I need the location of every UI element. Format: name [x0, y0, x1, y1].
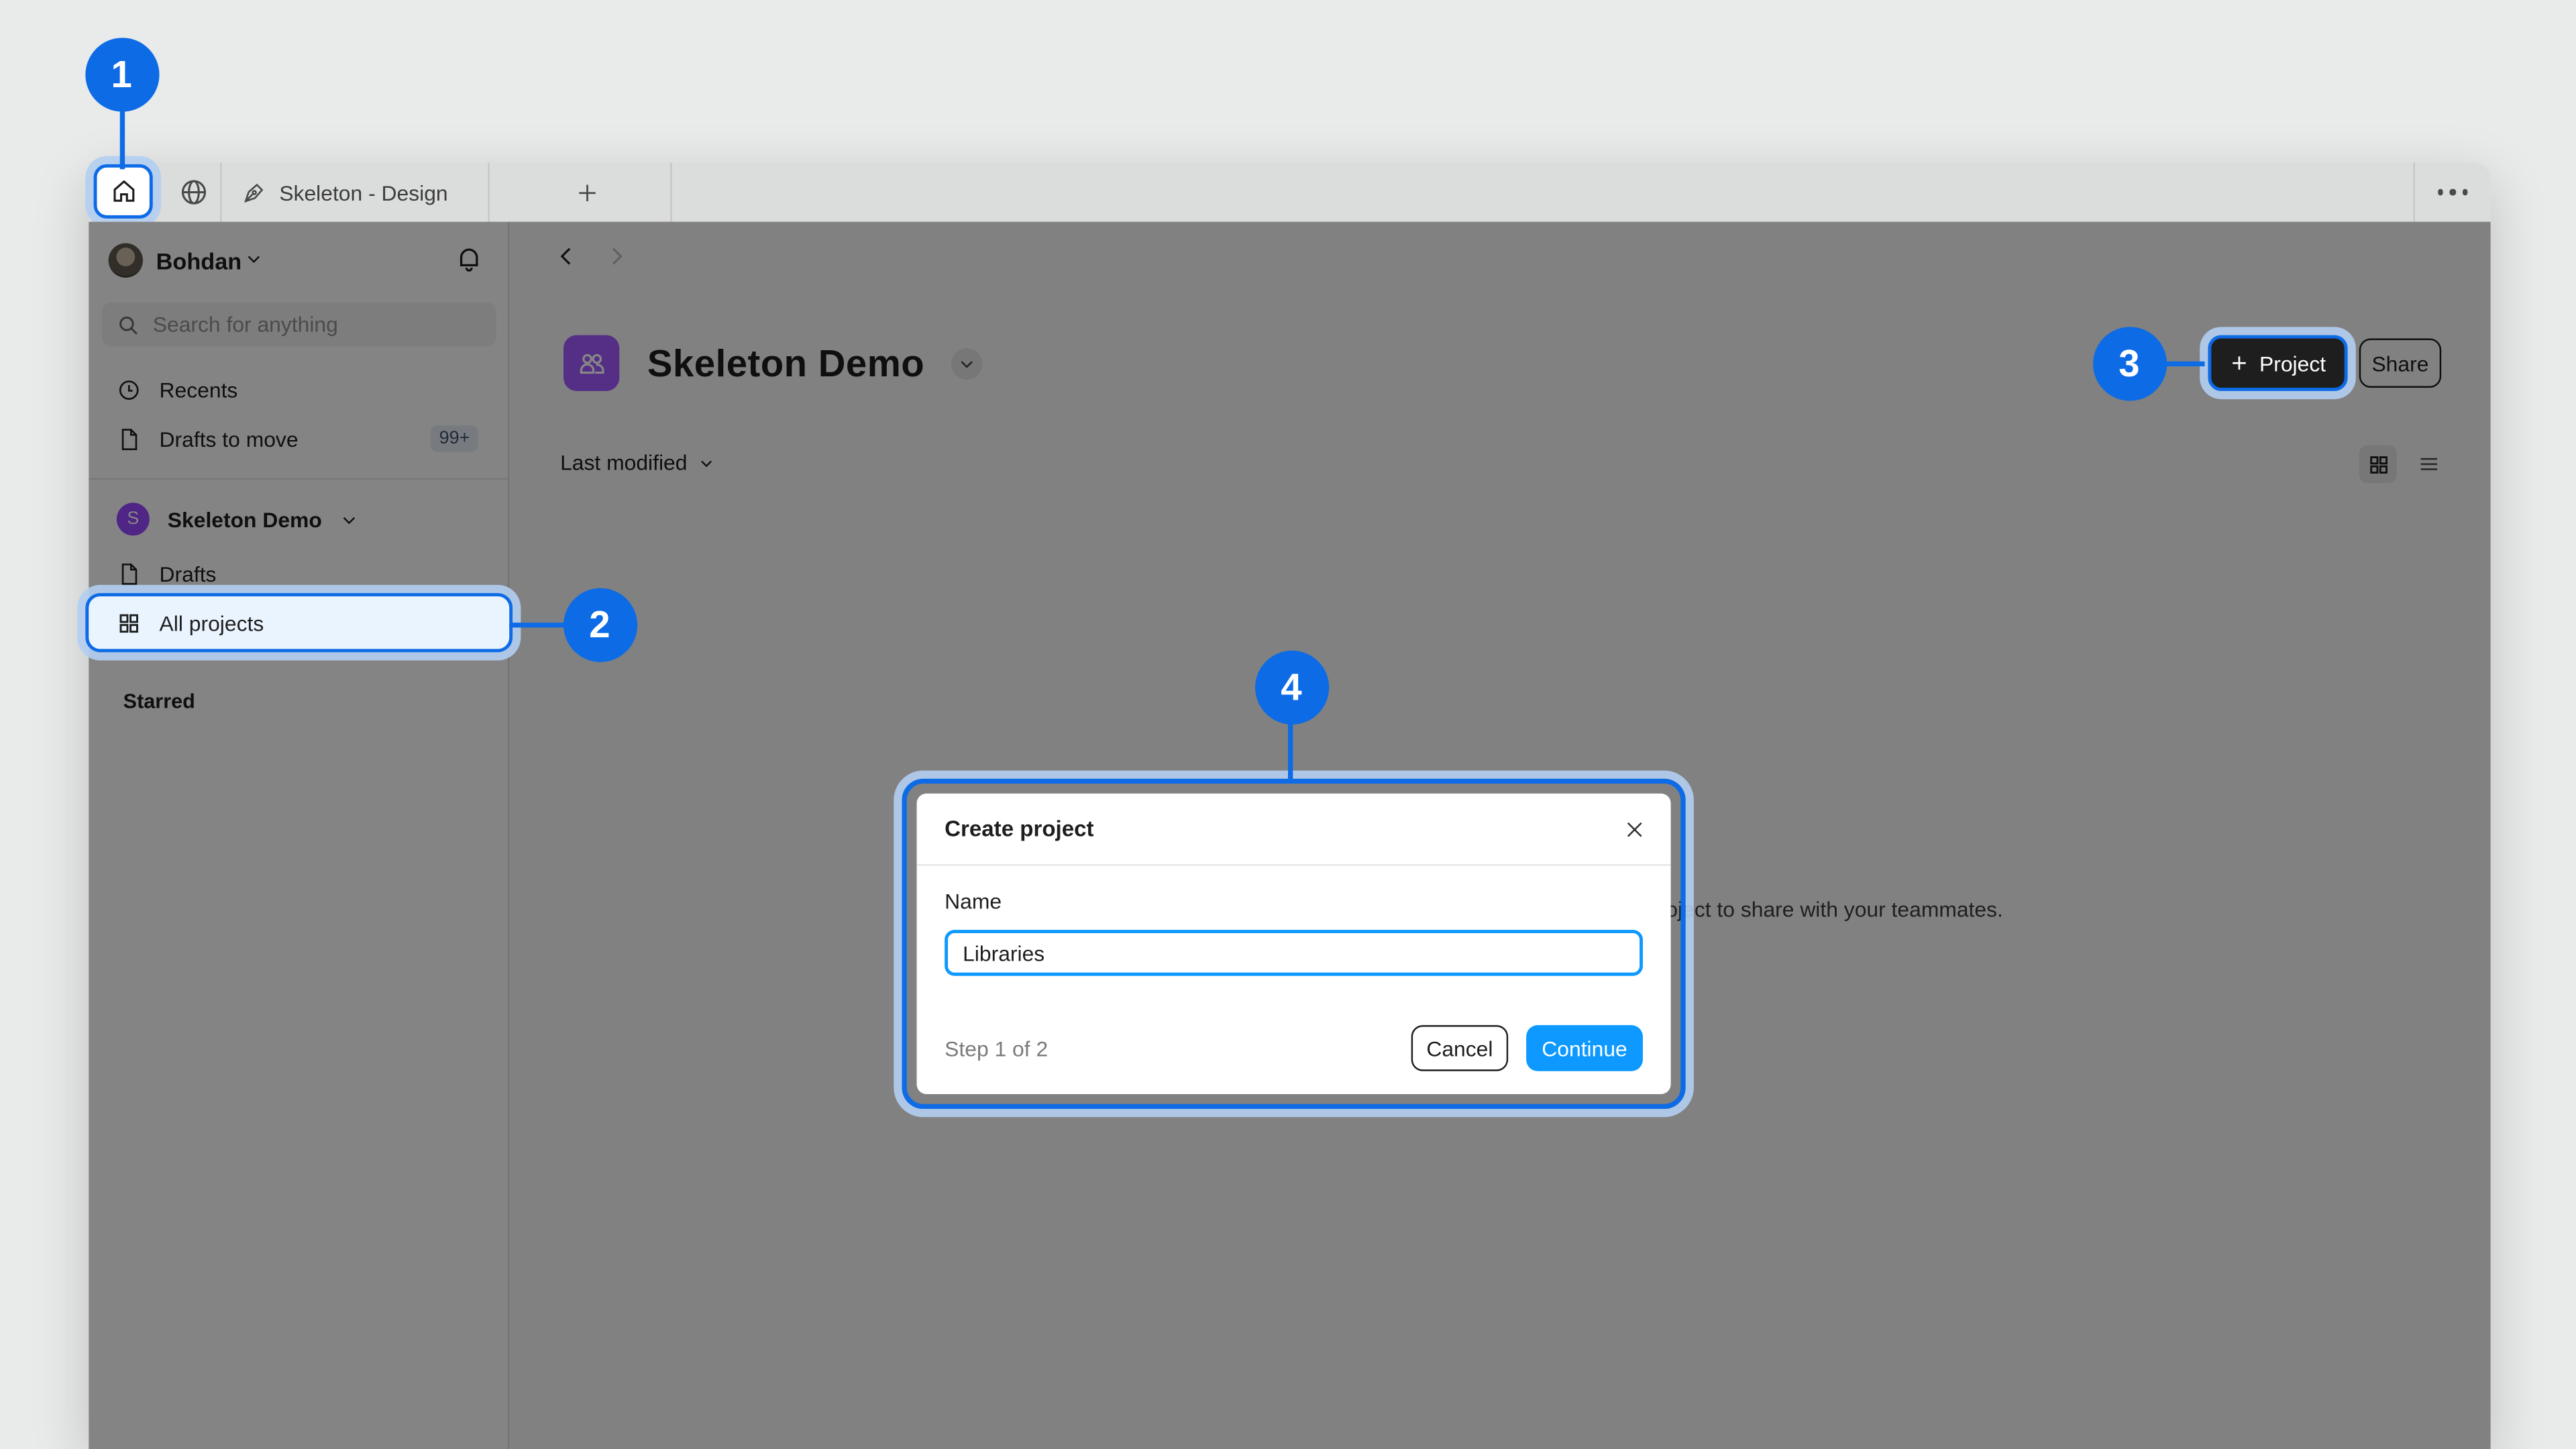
new-tab-button[interactable]	[502, 162, 670, 221]
community-tab[interactable]	[171, 162, 217, 221]
marker-4-connector	[1288, 720, 1293, 781]
step-indicator: Step 1 of 2	[945, 1036, 1048, 1061]
grid-icon	[117, 610, 142, 635]
project-button-label: Project	[2259, 351, 2326, 376]
tab-divider	[670, 162, 672, 221]
tab-bar: Skeleton - Design	[89, 162, 2490, 221]
globe-icon	[179, 177, 209, 207]
marker-2-connector	[509, 622, 565, 627]
window-menu-button[interactable]	[2415, 162, 2491, 221]
marker-3-connector	[2162, 361, 2205, 366]
cancel-button[interactable]: Cancel	[1411, 1025, 1508, 1071]
ellipsis-icon	[2438, 189, 2468, 195]
plus-icon	[2230, 354, 2249, 373]
home-icon	[109, 177, 138, 205]
file-tab-label: Skeleton - Design	[279, 180, 447, 205]
create-project-modal: Create project Name Step 1 of 2 Cancel C…	[917, 794, 1671, 1094]
marker-2: 2	[563, 588, 637, 661]
close-button[interactable]	[1618, 813, 1651, 846]
name-field-label: Name	[945, 889, 1643, 914]
tab-divider	[488, 162, 489, 221]
create-project-modal-highlight: Create project Name Step 1 of 2 Cancel C…	[902, 779, 1685, 1109]
sidebar-item-all-projects[interactable]: All projects	[85, 593, 513, 652]
file-tab[interactable]: Skeleton - Design	[222, 162, 488, 221]
modal-title: Create project	[945, 816, 1093, 841]
marker-3: 3	[2092, 326, 2166, 400]
marker-1: 1	[85, 37, 158, 111]
modal-footer: Step 1 of 2 Cancel Continue	[917, 1025, 1671, 1071]
plus-icon	[574, 180, 599, 205]
home-tab[interactable]	[94, 164, 153, 219]
marker-1-connector	[119, 109, 124, 170]
x-icon	[1623, 818, 1646, 841]
sidebar-item-label: All projects	[160, 610, 264, 635]
project-button[interactable]: Project	[2208, 335, 2347, 391]
modal-header: Create project	[917, 794, 1671, 866]
page: Skeleton - Design Bohdan	[0, 0, 2576, 1449]
marker-4: 4	[1254, 650, 1328, 724]
pen-nib-icon	[241, 180, 266, 205]
project-name-input[interactable]	[945, 930, 1643, 976]
modal-body: Name	[917, 866, 1671, 976]
continue-button[interactable]: Continue	[1526, 1025, 1643, 1071]
